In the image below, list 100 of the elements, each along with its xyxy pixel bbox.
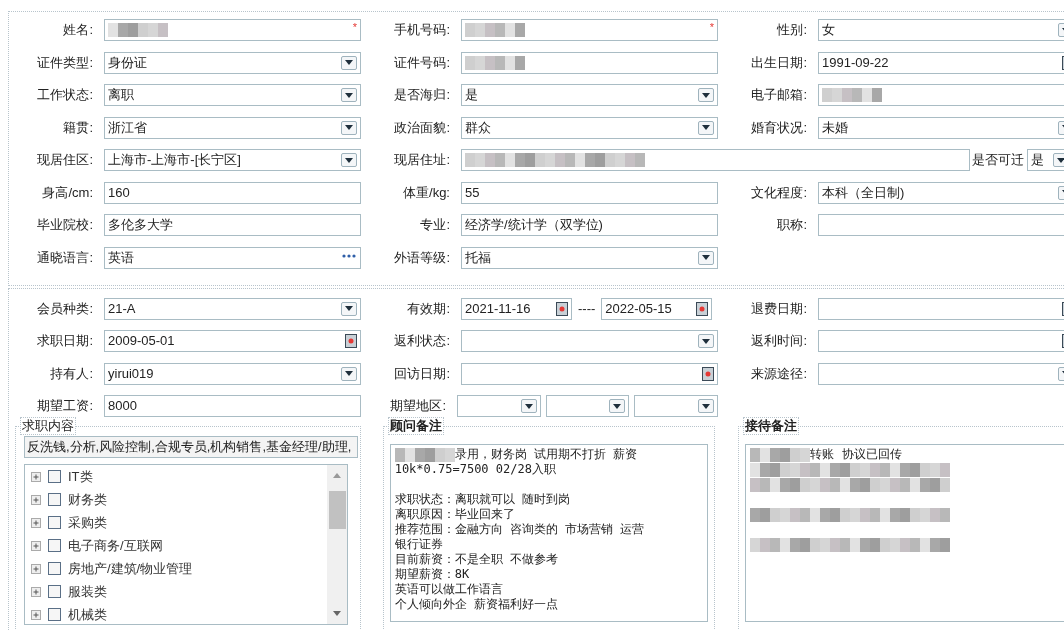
note-line: 个人倾向外企 薪资福利好一点 <box>394 597 558 612</box>
summary-field[interactable]: 反洗钱,分析,风险控制,合规专员,机构销售,基金经理/助理, <box>24 436 358 458</box>
field-label: 婚育状况: <box>751 118 808 137</box>
select-field[interactable]: 女 <box>818 19 1064 41</box>
note-line: 录用，财务岗 试用期不打折 薪资 <box>454 447 638 462</box>
tree-item[interactable]: 采购类 <box>68 512 107 533</box>
tree-item[interactable]: 服装类 <box>68 581 107 602</box>
field-label: 回访日期: <box>394 364 451 383</box>
field-label: 籍贯: <box>63 118 94 137</box>
scroll-down-icon[interactable] <box>333 611 341 616</box>
field-label: 期望工资: <box>37 397 94 416</box>
scroll-up-icon[interactable] <box>333 473 341 478</box>
field-label: 职称: <box>777 216 808 235</box>
field-label: 外语等级: <box>394 248 451 267</box>
tree-item[interactable]: 房地产/建筑/物业管理 <box>68 558 193 579</box>
calendar-icon[interactable] <box>696 301 709 316</box>
field-label: 证件类型: <box>37 53 94 72</box>
select-field[interactable]: 离职 <box>104 84 361 106</box>
field-label: 性别: <box>777 21 808 40</box>
field-label: 是否海归: <box>394 86 451 105</box>
notes-textarea[interactable]: 录用，财务岗 试用期不打折 薪资 10k*0.75=7500 02/28入职 求职状态：离职就可以 随时到岗 离职原因：毕业回来了 推荐范围：金融方向 咨询类的 市场营销 运营 银行证券 目前薪资：不是全职 不做参考 期望薪资：8K 英语可以做工作语言 个人倾向外企 薪资福利好一点 <box>389 444 708 622</box>
expand-icon[interactable] <box>31 586 41 597</box>
select-field[interactable]: 托福 <box>461 246 718 269</box>
tree-item[interactable]: IT类 <box>68 466 93 487</box>
date-field[interactable] <box>818 297 1064 320</box>
field-label: 现居住址: <box>394 151 451 170</box>
select-field[interactable]: 上海市-上海市-[长宁区] <box>104 149 361 171</box>
field-label: 工作状态: <box>37 86 94 105</box>
calendar-icon[interactable] <box>345 334 357 348</box>
field-label: 退费日期: <box>751 299 808 318</box>
date-field[interactable] <box>461 362 718 385</box>
date-field[interactable]: 2022-05-15 <box>601 297 713 320</box>
checkbox[interactable] <box>48 493 61 506</box>
date-field[interactable] <box>818 330 1064 352</box>
checkbox[interactable] <box>48 562 61 575</box>
field-label: 求职日期: <box>37 332 94 351</box>
select-field[interactable]: yirui019 <box>104 362 361 385</box>
field-label: 专业: <box>420 216 451 235</box>
select-field[interactable]: 群众 <box>461 116 718 139</box>
tree-item[interactable]: 机械类 <box>68 604 107 624</box>
field-label: 是否可迁 <box>972 151 1024 170</box>
date-field[interactable]: 2021-11-16 <box>461 297 572 320</box>
expand-icon[interactable] <box>31 609 41 620</box>
select-field[interactable]: 未婚 <box>818 116 1064 139</box>
text-field[interactable] <box>461 149 970 171</box>
note-line: 银行证券 <box>394 537 443 552</box>
select-field[interactable]: 身份证 <box>104 51 361 74</box>
notes-textarea[interactable]: 转账 协议已回传 <box>745 444 1064 622</box>
text-field[interactable] <box>461 51 718 74</box>
checkbox[interactable] <box>48 470 61 483</box>
select-field[interactable] <box>818 362 1064 385</box>
note-line: 10k*0.75=7500 02/28入职 <box>394 462 556 477</box>
text-field[interactable]: 160 <box>104 181 361 204</box>
range-separator: ---- <box>578 299 596 318</box>
text-field[interactable] <box>818 84 1064 106</box>
expand-icon[interactable] <box>31 471 41 482</box>
note-line: 英语可以做工作语言 <box>394 582 503 597</box>
text-field[interactable]: 55 <box>461 181 718 204</box>
note-line: 求职状态：离职就可以 随时到岗 <box>394 492 570 507</box>
select-field[interactable]: 是 <box>461 84 718 106</box>
field-label: 有效期: <box>407 299 451 318</box>
field-label: 电子邮箱: <box>751 86 808 105</box>
text-field[interactable]: 多伦多大学 <box>104 214 361 236</box>
expand-icon[interactable] <box>31 494 41 505</box>
group-title: 顾问备注 <box>387 417 444 435</box>
select-field[interactable]: 21-A <box>104 297 361 320</box>
checkbox[interactable] <box>48 516 61 529</box>
field-label: 出生日期: <box>751 53 808 72</box>
group-title: 求职内容 <box>20 417 76 435</box>
text-field[interactable] <box>818 214 1064 236</box>
scrollbar[interactable] <box>327 465 347 624</box>
tree-item[interactable]: 财务类 <box>68 489 107 510</box>
required-mark: * <box>352 20 357 35</box>
checkbox[interactable] <box>48 585 61 598</box>
expand-icon[interactable] <box>31 517 41 528</box>
expand-icon[interactable] <box>31 540 41 551</box>
text-field[interactable]: * <box>461 19 718 41</box>
field-label: 身高/cm: <box>42 183 94 202</box>
field-label: 政治面貌: <box>394 118 451 137</box>
select-field[interactable] <box>461 330 718 352</box>
field-label: 来源途径: <box>751 364 808 383</box>
field-label: 现居住区: <box>37 151 94 170</box>
select-field[interactable]: 浙江省 <box>104 116 361 139</box>
field-label: 手机号码: <box>394 21 451 40</box>
lookup-field[interactable]: 英语 <box>104 246 361 269</box>
checkbox[interactable] <box>48 608 61 621</box>
checkbox[interactable] <box>48 539 61 552</box>
select-field[interactable]: 是 <box>1027 149 1064 171</box>
date-field[interactable]: 2009-05-01 <box>104 330 361 352</box>
date-field[interactable]: 1991-09-22 <box>818 51 1064 74</box>
calendar-icon[interactable] <box>556 301 568 316</box>
select-field[interactable]: 本科（全日制) <box>818 181 1064 204</box>
scrollbar-thumb[interactable] <box>328 490 346 529</box>
tree-item[interactable]: 电子商务/互联网 <box>68 535 163 556</box>
text-field[interactable]: * <box>104 19 361 41</box>
text-field[interactable]: 8000 <box>104 395 361 417</box>
more-icon[interactable] <box>342 253 356 258</box>
text-field[interactable]: 经济学/统计学（双学位) <box>461 214 718 236</box>
calendar-icon[interactable] <box>702 366 714 381</box>
expand-icon[interactable] <box>31 563 41 574</box>
